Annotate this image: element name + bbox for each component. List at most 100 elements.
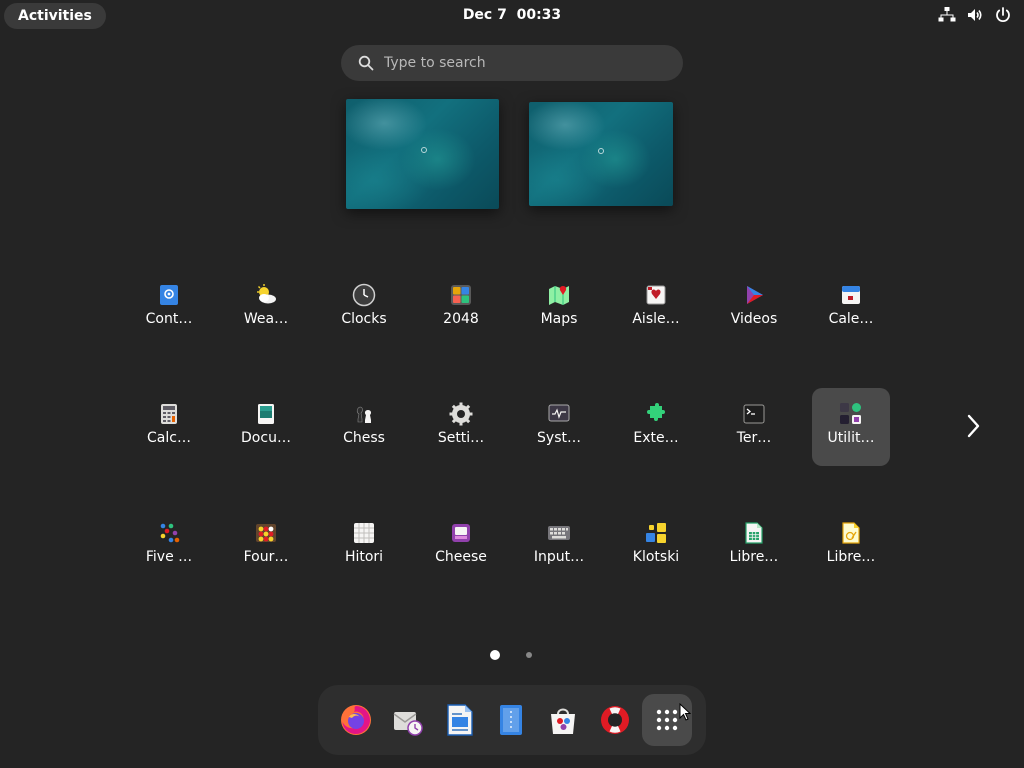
app-videos[interactable]: Videos [715, 269, 793, 347]
app-label: Videos [730, 311, 778, 327]
evolution-mail-icon [393, 712, 423, 736]
aisleriot-icon [646, 285, 666, 305]
app-weather[interactable]: Wea… [227, 269, 305, 347]
app-label: Hitori [344, 549, 384, 565]
five-or-more-icon [160, 523, 180, 543]
app-label: Exte… [633, 430, 679, 446]
app-label: Five … [145, 549, 193, 565]
dock-firefox[interactable] [331, 694, 381, 746]
app-label: Ter… [736, 430, 772, 446]
app-label: Clocks [341, 311, 387, 327]
2048-icon [451, 285, 471, 305]
app-maps[interactable]: Maps [520, 269, 598, 347]
utilities-folder-icon [840, 403, 861, 424]
dock-evolution-mail[interactable] [383, 694, 433, 746]
app-label: Klotski [632, 549, 680, 565]
input-method-icon [548, 526, 570, 540]
system-tray[interactable] [938, 6, 1012, 24]
activities-button[interactable]: Activities [4, 3, 106, 29]
contacts-icon [160, 285, 178, 305]
app-label: Setti… [437, 430, 485, 446]
app-system-monitor[interactable]: Syst… [520, 388, 598, 466]
workspace-thumbnail-2[interactable] [529, 102, 673, 206]
settings-icon [449, 402, 473, 426]
page-dot-2[interactable] [526, 652, 532, 658]
clocks-icon [352, 283, 376, 307]
app-klotski[interactable]: Klotski [617, 507, 695, 585]
app-label: Cale… [828, 311, 874, 327]
calculator-icon [161, 404, 177, 424]
app-label: Chess [343, 430, 385, 446]
dock-text-editor[interactable] [486, 694, 536, 746]
dash [318, 685, 706, 755]
libreoffice-calc-icon [745, 522, 763, 544]
app-label: 2048 [443, 311, 479, 327]
date-label: Dec 7 [462, 7, 507, 23]
app-document-viewer[interactable]: Docu… [227, 388, 305, 466]
app-label: Aisle… [632, 311, 680, 327]
app-label: Input… [533, 549, 585, 565]
app-four-in-a-row[interactable]: Four… [227, 507, 305, 585]
videos-icon [747, 286, 763, 304]
chess-icon [356, 406, 372, 423]
app-clocks[interactable]: Clocks [325, 269, 403, 347]
app-label: Libre… [826, 549, 876, 565]
page-dot-1[interactable] [490, 650, 500, 660]
top-bar: Activities Dec 7 00:33 [0, 0, 1024, 32]
text-editor-icon [500, 705, 522, 735]
cheese-icon [452, 524, 470, 542]
time-label: 00:33 [516, 7, 562, 23]
search-icon [358, 55, 374, 71]
app-2048[interactable]: 2048 [422, 269, 500, 347]
help-icon [601, 706, 629, 734]
libreoffice-draw-icon [842, 522, 860, 544]
next-page-arrow-icon[interactable] [962, 412, 984, 440]
firefox-icon [341, 705, 371, 735]
app-label: Calc… [147, 430, 191, 446]
app-label: Cheese [435, 549, 487, 565]
weather-icon [257, 284, 276, 304]
app-libreoffice-calc[interactable]: Libre… [715, 507, 793, 585]
app-aisleriot[interactable]: Aisle… [617, 269, 695, 347]
app-settings[interactable]: Setti… [422, 388, 500, 466]
app-input-method[interactable]: Input… [520, 507, 598, 585]
app-utilities-folder[interactable]: Utilit… [812, 388, 890, 466]
software-store-icon [551, 708, 575, 734]
clock-button[interactable]: Dec 7 00:33 [463, 7, 561, 23]
app-label: Syst… [537, 430, 581, 446]
app-terminal[interactable]: Ter… [715, 388, 793, 466]
app-label: Maps [540, 311, 578, 327]
app-contacts[interactable]: Cont… [130, 269, 208, 347]
app-libreoffice-draw[interactable]: Libre… [812, 507, 890, 585]
search-bar[interactable] [341, 45, 683, 81]
app-label: Libre… [729, 549, 779, 565]
maps-icon [549, 286, 569, 305]
workspace-thumbnail-1[interactable] [346, 99, 499, 209]
power-icon[interactable] [994, 6, 1012, 24]
app-label: Four… [243, 549, 289, 565]
mouse-cursor-icon [679, 703, 691, 721]
app-calculator[interactable]: Calc… [130, 388, 208, 466]
app-cheese[interactable]: Cheese [422, 507, 500, 585]
search-input[interactable] [384, 55, 654, 71]
page-indicator [489, 649, 535, 661]
app-label: Wea… [243, 311, 289, 327]
app-hitori[interactable]: Hitori [325, 507, 403, 585]
debian-logo-icon [421, 147, 427, 153]
app-chess[interactable]: Chess [325, 388, 403, 466]
volume-icon[interactable] [966, 6, 984, 24]
four-in-a-row-icon [256, 524, 276, 542]
app-five-or-more[interactable]: Five … [130, 507, 208, 585]
dock-help[interactable] [590, 694, 640, 746]
debian-logo-icon [598, 148, 604, 154]
dock-libreoffice-writer[interactable] [435, 694, 485, 746]
app-extensions[interactable]: Exte… [617, 388, 695, 466]
app-label: Cont… [145, 311, 193, 327]
app-label: Utilit… [827, 430, 875, 446]
hitori-icon [354, 523, 374, 543]
calendar-icon [842, 286, 860, 304]
app-calendar[interactable]: Cale… [812, 269, 890, 347]
system-monitor-icon [548, 404, 570, 422]
network-icon[interactable] [938, 6, 956, 24]
dock-software-store[interactable] [538, 694, 588, 746]
